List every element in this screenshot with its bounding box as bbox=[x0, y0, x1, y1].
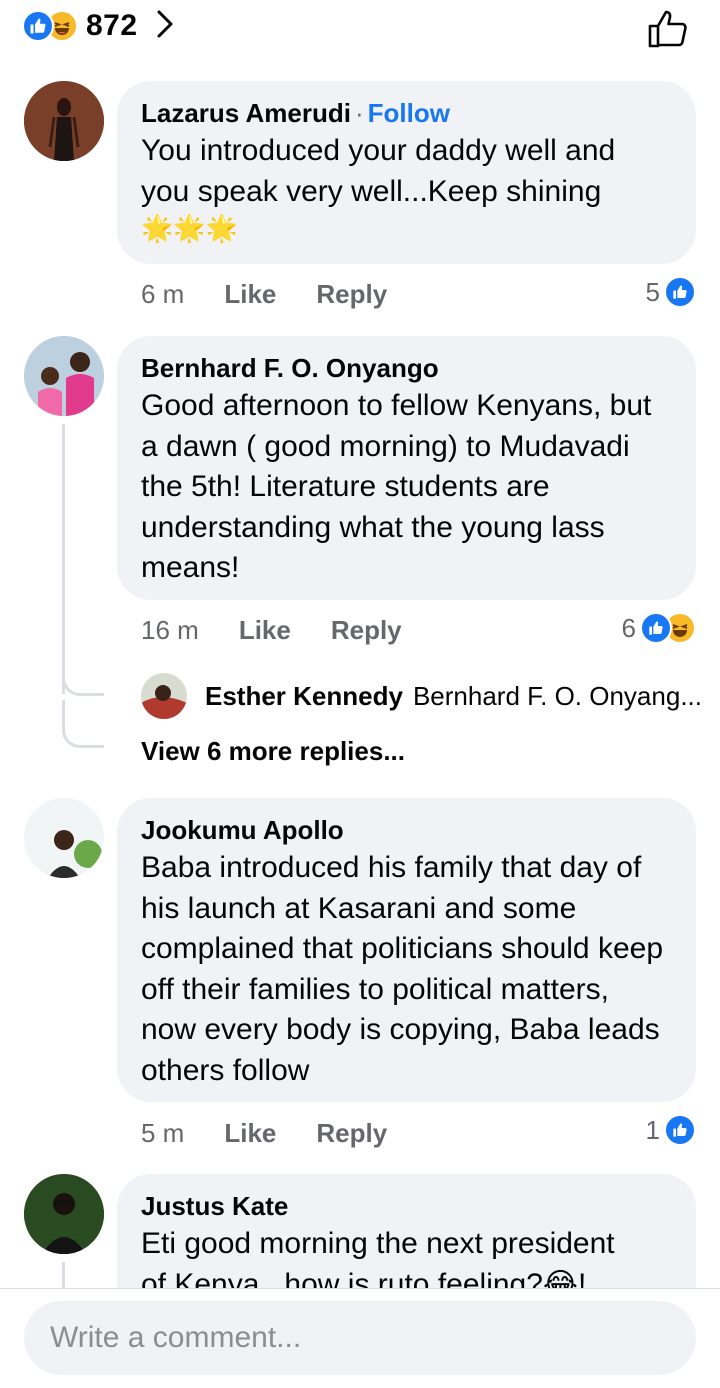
comment-bubble: Bernhard F. O. Onyango Good afternoon to… bbox=[117, 336, 696, 600]
reply-author[interactable]: Esther Kennedy bbox=[205, 681, 403, 712]
thread-connector bbox=[62, 700, 104, 748]
follow-button[interactable]: Follow bbox=[368, 98, 450, 128]
reaction-summary[interactable]: 872 bbox=[22, 8, 174, 44]
like-button[interactable]: Like bbox=[224, 1118, 276, 1149]
star-emoji: 🌟🌟🌟 bbox=[141, 213, 239, 243]
like-reaction-icon bbox=[22, 10, 54, 42]
comment-time: 5 m bbox=[141, 1117, 185, 1148]
separator-dot: · bbox=[354, 98, 364, 128]
reply-button[interactable]: Reply bbox=[331, 615, 402, 646]
thumbs-up-icon[interactable] bbox=[646, 6, 690, 50]
comment-reactions[interactable]: 6 bbox=[622, 610, 696, 646]
avatar[interactable] bbox=[24, 336, 104, 416]
thread-connector bbox=[62, 650, 104, 696]
comment-reactions[interactable]: 5 bbox=[646, 274, 696, 310]
avatar[interactable] bbox=[24, 1174, 104, 1254]
like-button[interactable]: Like bbox=[239, 615, 291, 646]
like-reaction-icon bbox=[640, 612, 672, 644]
comment-text: Good afternoon to fellow Kenyans, but a … bbox=[141, 389, 652, 584]
like-reaction-icon bbox=[664, 276, 696, 308]
comment-time: 16 m bbox=[141, 614, 199, 645]
comment-composer bbox=[0, 1288, 720, 1388]
comment-text-line: Eti good morning the next president bbox=[141, 1227, 615, 1260]
reply-button[interactable]: Reply bbox=[316, 1118, 387, 1149]
comment-input[interactable] bbox=[24, 1301, 696, 1375]
avatar[interactable] bbox=[141, 673, 187, 719]
comment-bubble: Lazarus Amerudi · Follow You introduced yo… bbox=[117, 81, 696, 264]
avatar[interactable] bbox=[24, 81, 104, 161]
avatar[interactable] bbox=[24, 798, 104, 878]
reaction-count: 5 bbox=[645, 276, 660, 307]
comment-text-line: you speak very well...Keep shining bbox=[141, 174, 602, 208]
reply-button[interactable]: Reply bbox=[316, 279, 387, 310]
comment-meta: 16 m Like Reply bbox=[141, 612, 402, 648]
view-more-replies-link[interactable]: View 6 more replies... bbox=[141, 736, 405, 767]
reply-text: Bernhard F. O. Onyang... bbox=[412, 680, 702, 711]
comment-text: Baba introduced his family that day of h… bbox=[141, 851, 663, 1087]
reactions-header: 872 bbox=[0, 0, 720, 60]
comment-meta: 5 m Like Reply bbox=[141, 1115, 387, 1151]
reply-preview[interactable]: Esther Kennedy Bernhard F. O. Onyang... bbox=[141, 672, 702, 720]
comment-bubble: Jookumu Apollo Baba introduced his famil… bbox=[117, 798, 696, 1102]
reaction-count: 6 bbox=[621, 612, 636, 643]
comment-time: 6 m bbox=[141, 278, 185, 309]
comment-author[interactable]: Lazarus Amerudi bbox=[141, 98, 351, 128]
comment-author[interactable]: Bernhard F. O. Onyango bbox=[141, 350, 672, 386]
comment-reactions[interactable]: 1 bbox=[646, 1112, 696, 1148]
comment-meta: 6 m Like Reply bbox=[141, 276, 387, 312]
reaction-count: 1 bbox=[645, 1114, 660, 1145]
comment-author[interactable]: Justus Kate bbox=[141, 1188, 672, 1224]
like-reaction-icon bbox=[664, 1114, 696, 1146]
like-button[interactable]: Like bbox=[224, 279, 276, 310]
comment-text: You introduced your daddy well and you s… bbox=[141, 131, 672, 244]
reaction-count: 872 bbox=[86, 9, 138, 42]
chevron-right-icon bbox=[156, 9, 174, 44]
comment-text-line: You introduced your daddy well and bbox=[141, 134, 616, 167]
comment-author[interactable]: Jookumu Apollo bbox=[141, 812, 672, 848]
